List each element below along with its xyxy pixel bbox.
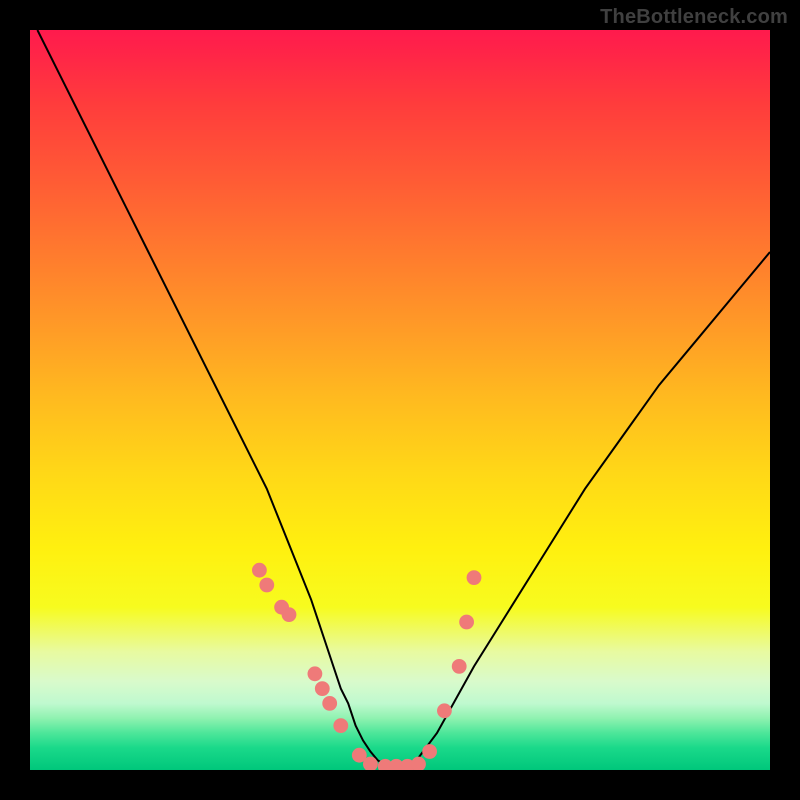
marker-dot <box>252 563 267 578</box>
marker-dot <box>315 681 330 696</box>
marker-dot <box>452 659 467 674</box>
marker-dot <box>422 744 437 759</box>
marker-dot <box>459 615 474 630</box>
marker-dot <box>467 570 482 585</box>
outer-frame: TheBottleneck.com <box>0 0 800 800</box>
markers-group <box>252 563 481 770</box>
watermark-text: TheBottleneck.com <box>600 6 788 29</box>
marker-dot <box>322 696 337 711</box>
marker-dot <box>259 578 274 593</box>
curve-line <box>37 30 770 766</box>
marker-dot <box>282 607 297 622</box>
marker-dot <box>437 703 452 718</box>
chart-overlay <box>30 30 770 770</box>
marker-dot <box>308 666 323 681</box>
marker-dot <box>333 718 348 733</box>
marker-dot <box>411 757 426 770</box>
